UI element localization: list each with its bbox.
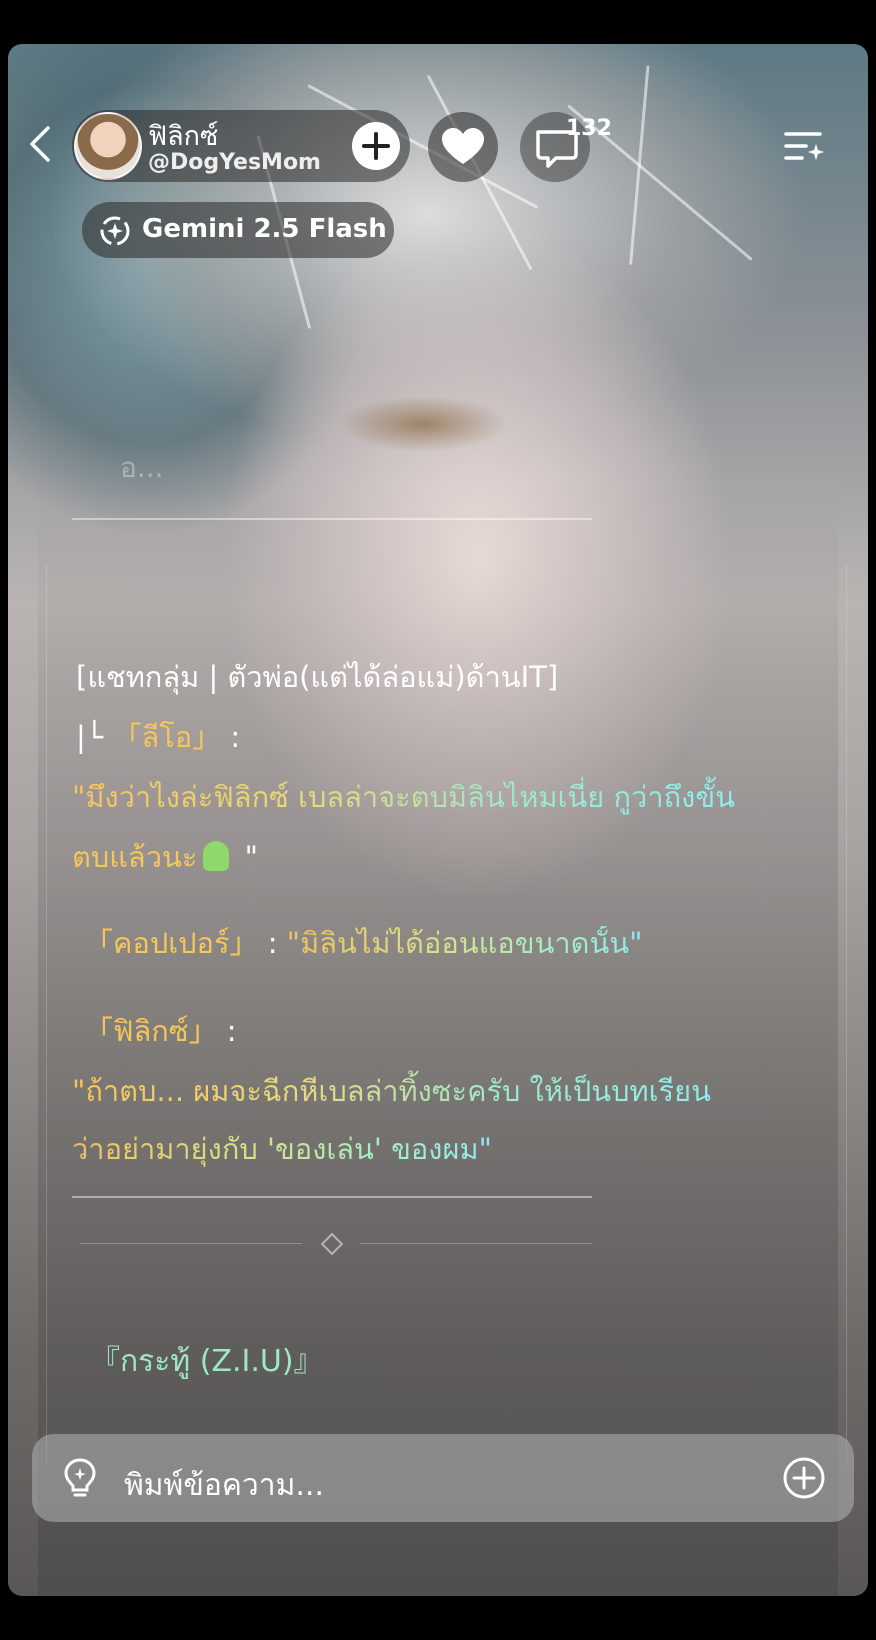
model-swap-icon <box>100 216 130 246</box>
message-text: ว่าอย่ามายุ่งกับ 'ของเล่น' ของผม" <box>72 1126 492 1172</box>
follow-button[interactable] <box>352 122 400 170</box>
speaker-colon: : <box>221 720 241 754</box>
speaker-line: |└ 「ลีโอ」 : <box>76 714 240 760</box>
heart-icon <box>442 128 484 164</box>
profile-handle: @DogYesMom <box>148 150 321 175</box>
ornament-line <box>360 1243 592 1244</box>
menu-button[interactable] <box>782 126 828 166</box>
comment-count: 132 <box>566 116 612 141</box>
lightbulb-icon[interactable] <box>60 1456 100 1500</box>
divider <box>72 518 592 520</box>
speaker-line: 「ฟิลิกซ์」 : <box>84 1008 237 1054</box>
speaker-colon: : <box>217 1014 237 1048</box>
ornament-line <box>80 1243 302 1244</box>
message-text: ตบแล้วนะ " <box>72 834 258 880</box>
message-text-fragment: " <box>235 840 258 874</box>
model-label: Gemini 2.5 Flash <box>142 214 387 244</box>
message-input[interactable]: พิมพ์ข้อความ... <box>124 1462 324 1509</box>
speaker-name: 「คอปเปอร์」 <box>84 926 259 960</box>
plus-icon <box>362 132 390 160</box>
thread-title: 『กระทู้ (Z.I.U)』 <box>90 1344 324 1379</box>
ghost-emoji-icon <box>203 841 230 871</box>
message-text: "มิลินไม่ได้อ่อนแอขนาดนั้น" <box>286 926 643 960</box>
like-button[interactable] <box>428 112 498 182</box>
panel-edge <box>46 564 47 1464</box>
speaker-line: 「คอปเปอร์」 : "มิลินไม่ได้อ่อนแอขนาดนั้น" <box>84 920 642 966</box>
divider <box>72 1196 592 1198</box>
back-button[interactable] <box>26 124 56 164</box>
faded-message: อ... <box>120 451 164 484</box>
panel-edge <box>846 564 847 1464</box>
speaker-name: 「ลีโอ」 <box>112 720 222 754</box>
reply-marker: |└ <box>76 720 113 754</box>
avatar[interactable] <box>74 112 142 180</box>
speaker-colon: : <box>258 926 287 960</box>
group-title: [แชทกลุ่ม | ตัวพ่อ(แต่ได้ล่อแม่)ด้านIT] <box>76 660 559 694</box>
message-text: "ถ้าตบ... ผมจะฉีกหีเบลล่าทิ้งซะครับ ให้เ… <box>72 1068 711 1114</box>
plus-circle-icon[interactable] <box>782 1456 826 1500</box>
message-text-fragment: ตบแล้วนะ <box>72 840 198 874</box>
menu-sparkle-icon <box>784 132 824 160</box>
chevron-left-icon <box>30 126 50 162</box>
speaker-name: 「ฟิลิกซ์」 <box>84 1014 218 1048</box>
message-text: "มึงว่าไงล่ะฟิลิกซ์ เบลล่าจะตบมิลินไหมเน… <box>72 774 735 820</box>
